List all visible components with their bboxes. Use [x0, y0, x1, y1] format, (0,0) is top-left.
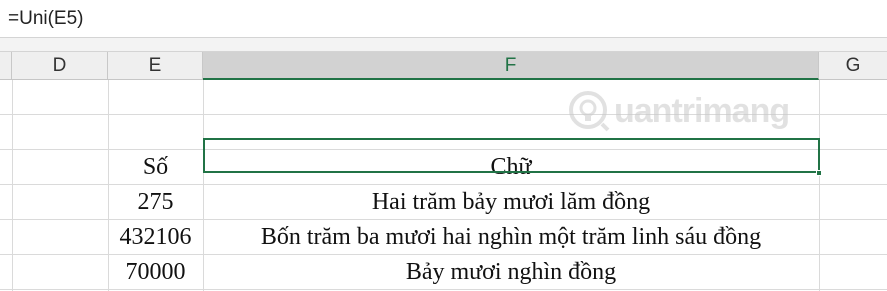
formula-bar[interactable]: =Uni(E5): [0, 0, 887, 38]
cell-f5[interactable]: Bốn trăm ba mươi hai nghìn một trăm linh…: [203, 220, 819, 254]
column-header-g[interactable]: G: [819, 52, 887, 79]
row-header-corner[interactable]: [0, 52, 12, 79]
cell-f4[interactable]: Hai trăm bảy mươi lăm đồng: [203, 185, 819, 219]
cell-e3[interactable]: Số: [108, 150, 203, 184]
toolbar-gap: [0, 38, 887, 52]
cell-f6[interactable]: Bảy mươi nghìn đồng: [203, 255, 819, 289]
column-header-d[interactable]: D: [12, 52, 108, 79]
watermark-logo: uantrimang: [566, 88, 796, 134]
watermark-text: uantrimang: [614, 92, 790, 130]
lightbulb-icon: [569, 91, 610, 132]
cell-e6[interactable]: 70000: [108, 255, 203, 289]
formula-text[interactable]: =Uni(E5): [8, 8, 84, 30]
gridline: [12, 80, 13, 291]
active-cell-outline[interactable]: [203, 138, 820, 173]
column-header-f[interactable]: F: [203, 52, 819, 80]
gridline: [819, 80, 820, 291]
column-header-row: D E F G: [0, 52, 887, 80]
fill-handle[interactable]: [816, 170, 822, 176]
cell-e5[interactable]: 432106: [108, 220, 203, 254]
cell-e4[interactable]: 275: [108, 185, 203, 219]
gridline: [0, 289, 887, 290]
column-header-e[interactable]: E: [108, 52, 203, 79]
